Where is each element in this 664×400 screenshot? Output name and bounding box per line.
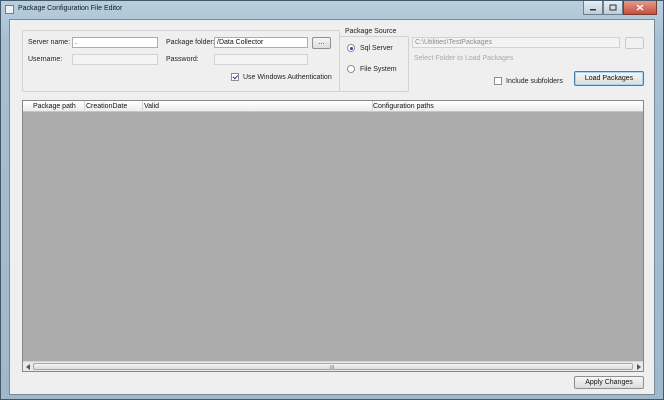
grid-header: Package path CreationDate Valid Configur… [23, 101, 643, 112]
scroll-thumb[interactable]: III [33, 363, 633, 371]
scroll-right-button[interactable] [633, 362, 643, 371]
scroll-thumb-grip: III [330, 365, 335, 371]
horizontal-scrollbar[interactable]: III [23, 361, 643, 371]
server-name-input[interactable]: . [72, 37, 158, 48]
main-window: Package Configuration File Editor Server… [0, 0, 664, 400]
file-system-radio[interactable] [347, 65, 355, 73]
load-packages-button[interactable]: Load Packages [574, 71, 644, 86]
windows-auth-checkbox[interactable] [231, 73, 239, 81]
password-label: Password: [166, 56, 199, 63]
file-system-label: File System [360, 66, 397, 73]
close-button[interactable] [623, 1, 657, 15]
maximize-button[interactable] [603, 1, 623, 15]
include-subfolders-label: Include subfolders [506, 78, 563, 85]
close-icon [636, 4, 644, 11]
username-input[interactable] [72, 54, 158, 65]
app-icon [5, 5, 14, 14]
column-header-configuration-paths[interactable]: Configuration paths [373, 101, 643, 112]
column-header-package-path[interactable]: Package path [23, 101, 85, 112]
password-input[interactable] [214, 54, 308, 65]
folder-path-input[interactable]: C:\Utilities\TestPackages [412, 37, 620, 48]
arrow-left-icon [25, 363, 30, 370]
apply-changes-button[interactable]: Apply Changes [574, 376, 644, 389]
package-folder-label: Package folder: [166, 39, 215, 46]
package-folder-browse-button[interactable]: ... [312, 37, 331, 49]
username-label: Username: [28, 56, 63, 63]
windows-auth-label: Use Windows Authentication [243, 74, 332, 81]
column-header-valid[interactable]: Valid [143, 101, 373, 112]
select-folder-hint: Select Folder to Load Packages [414, 55, 514, 62]
packages-grid[interactable]: Package path CreationDate Valid Configur… [22, 100, 644, 372]
minimize-icon [590, 8, 596, 10]
caption-buttons [583, 1, 657, 15]
minimize-button[interactable] [583, 1, 603, 15]
title-bar: Package Configuration File Editor [1, 1, 663, 19]
maximize-icon [609, 4, 617, 11]
client-area: Server name: . Username: Package folder:… [9, 19, 655, 395]
column-header-creation-date[interactable]: CreationDate [85, 101, 143, 112]
folder-browse-button[interactable] [625, 37, 644, 49]
package-source-title: Package Source [343, 28, 399, 35]
scroll-left-button[interactable] [23, 362, 33, 371]
sql-server-label: Sql Server [360, 45, 393, 52]
arrow-right-icon [636, 363, 641, 370]
server-name-label: Server name: [28, 39, 71, 46]
package-folder-input[interactable]: /Data Collector [214, 37, 308, 48]
include-subfolders-checkbox[interactable] [494, 77, 502, 85]
sql-server-radio[interactable] [347, 44, 355, 52]
window-title: Package Configuration File Editor [18, 5, 123, 12]
